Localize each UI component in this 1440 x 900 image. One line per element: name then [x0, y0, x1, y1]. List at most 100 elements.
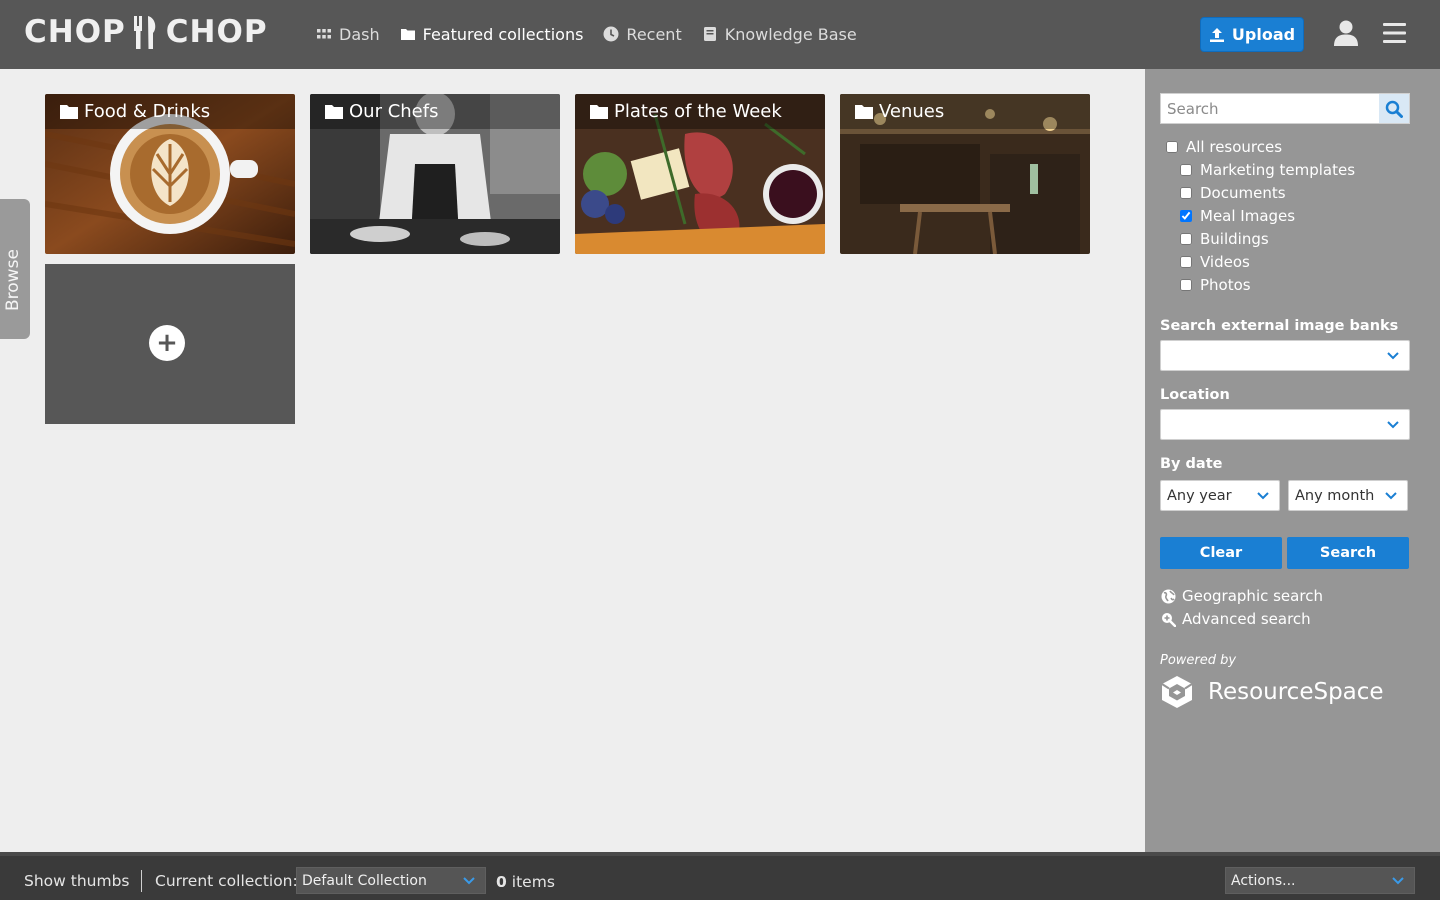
collection-tile-plates-of-the-week[interactable]: Plates of the Week: [575, 94, 825, 254]
location-label: Location: [1160, 387, 1230, 403]
upload-label: Upload: [1231, 25, 1296, 44]
tile-label: Plates of the Week: [614, 101, 782, 122]
show-thumbs-toggle[interactable]: Show thumbs: [24, 872, 130, 890]
fork-knife-icon: [133, 16, 156, 49]
clear-button[interactable]: Clear: [1160, 537, 1282, 569]
search-submit-button[interactable]: [1379, 94, 1409, 123]
checkbox-label: All resources: [1186, 138, 1283, 156]
tile-caption: Venues: [840, 94, 1090, 129]
main-nav: Dash Featured collections Recent Knowled…: [316, 22, 877, 46]
location-select[interactable]: [1160, 409, 1410, 440]
nav-recent[interactable]: Recent: [603, 22, 682, 46]
item-count: 0 items: [496, 873, 555, 891]
browse-tab[interactable]: Browse: [0, 199, 30, 339]
link-label: Advanced search: [1182, 610, 1311, 628]
top-header: CHOP CHOP Dash Featured collections Rece…: [0, 0, 1440, 69]
checkbox-label: Documents: [1200, 184, 1286, 202]
folder-icon: [590, 104, 608, 119]
search-input[interactable]: [1161, 94, 1379, 123]
user-icon[interactable]: [1334, 20, 1358, 46]
chevron-down-icon: [1392, 877, 1404, 885]
nav-dash[interactable]: Dash: [316, 22, 380, 46]
resourcespace-logo-icon: [1161, 676, 1193, 708]
checkbox-meal-images[interactable]: [1180, 210, 1192, 222]
book-icon: [703, 27, 716, 41]
brand-right: CHOP: [165, 14, 268, 50]
checkbox-buildings[interactable]: [1180, 233, 1192, 245]
checkbox-documents[interactable]: [1180, 187, 1192, 199]
chevron-down-icon: [1387, 421, 1399, 429]
resource-type-videos[interactable]: Videos: [1180, 252, 1250, 272]
folder-icon: [855, 104, 873, 119]
tile-caption: Plates of the Week: [575, 94, 825, 129]
chevron-down-icon: [463, 877, 475, 885]
chevron-down-icon: [1257, 492, 1269, 500]
search-box: [1160, 93, 1410, 124]
grid-icon: [317, 29, 331, 39]
brand-logo[interactable]: CHOP CHOP: [24, 14, 268, 50]
tile-caption: Food & Drinks: [45, 94, 295, 129]
resource-type-buildings[interactable]: Buildings: [1180, 229, 1269, 249]
resource-type-marketing-templates[interactable]: Marketing templates: [1180, 160, 1355, 180]
nav-dash-label: Dash: [339, 24, 380, 44]
folder-icon: [325, 104, 343, 119]
nav-featured-collections[interactable]: Featured collections: [400, 22, 583, 46]
current-collection-label: Current collection:: [155, 872, 298, 890]
item-count-label: items: [511, 873, 555, 891]
resource-type-all[interactable]: All resources: [1166, 137, 1282, 157]
collection-tile-our-chefs[interactable]: Our Chefs: [310, 94, 560, 254]
checkbox-label: Photos: [1200, 276, 1251, 294]
folder-icon: [60, 104, 78, 119]
checkbox-videos[interactable]: [1180, 256, 1192, 268]
checkbox-all-resources[interactable]: [1166, 141, 1178, 153]
resourcespace-logo[interactable]: ResourceSpace: [1160, 675, 1384, 709]
search-icon: [1385, 100, 1403, 118]
geographic-search-link[interactable]: Geographic search: [1161, 587, 1323, 605]
checkbox-label: Buildings: [1200, 230, 1269, 248]
clock-icon: [603, 26, 619, 42]
tile-label: Venues: [879, 101, 945, 122]
footer-divider: [141, 870, 142, 892]
select-value: Actions...: [1231, 872, 1296, 889]
resource-type-documents[interactable]: Documents: [1180, 183, 1286, 203]
select-value: Default Collection: [302, 872, 427, 889]
resource-type-meal-images[interactable]: Meal Images: [1180, 206, 1295, 226]
upload-button[interactable]: Upload: [1200, 17, 1304, 52]
link-label: Geographic search: [1182, 587, 1323, 605]
rs-brand-text: ResourceSpace: [1208, 679, 1384, 705]
checkbox-label: Videos: [1200, 253, 1250, 271]
checkbox-photos[interactable]: [1180, 279, 1192, 291]
tile-caption: Our Chefs: [310, 94, 560, 129]
checkbox-label: Meal Images: [1200, 207, 1296, 225]
hamburger-menu-icon[interactable]: [1383, 23, 1406, 43]
select-value: Any year: [1167, 487, 1232, 504]
by-date-label: By date: [1160, 456, 1223, 472]
external-banks-label: Search external image banks: [1160, 318, 1399, 334]
globe-icon: [1161, 589, 1176, 603]
plus-icon: +: [149, 325, 185, 361]
collection-select[interactable]: Default Collection: [296, 867, 486, 894]
item-count-number: 0: [496, 873, 507, 891]
resource-type-photos[interactable]: Photos: [1180, 275, 1251, 295]
year-select[interactable]: Any year: [1160, 480, 1280, 511]
search-sidebar: All resources Marketing templates Docume…: [1145, 69, 1440, 852]
actions-select[interactable]: Actions...: [1225, 867, 1415, 894]
chevron-down-icon: [1385, 492, 1397, 500]
advanced-search-link[interactable]: Advanced search: [1161, 610, 1311, 628]
search-plus-icon: [1162, 612, 1176, 627]
nav-recent-label: Recent: [626, 24, 682, 44]
external-banks-select[interactable]: [1160, 340, 1410, 371]
collection-tile-venues[interactable]: Venues: [840, 94, 1090, 254]
select-value: Any month: [1295, 487, 1375, 504]
search-button[interactable]: Search: [1287, 537, 1409, 569]
add-collection-tile[interactable]: +: [45, 264, 295, 424]
checkbox-marketing-templates[interactable]: [1180, 164, 1192, 176]
powered-by-label: Powered by: [1160, 653, 1237, 668]
nav-knowledge-base[interactable]: Knowledge Base: [702, 22, 857, 46]
brand-left: CHOP: [24, 14, 126, 50]
collection-tile-food-drinks[interactable]: Food & Drinks: [45, 94, 295, 254]
collection-bar: Show thumbs Current collection: Default …: [0, 852, 1440, 900]
month-select[interactable]: Any month: [1288, 480, 1408, 511]
browse-tab-label: Browse: [3, 249, 23, 311]
tile-label: Food & Drinks: [84, 101, 211, 122]
